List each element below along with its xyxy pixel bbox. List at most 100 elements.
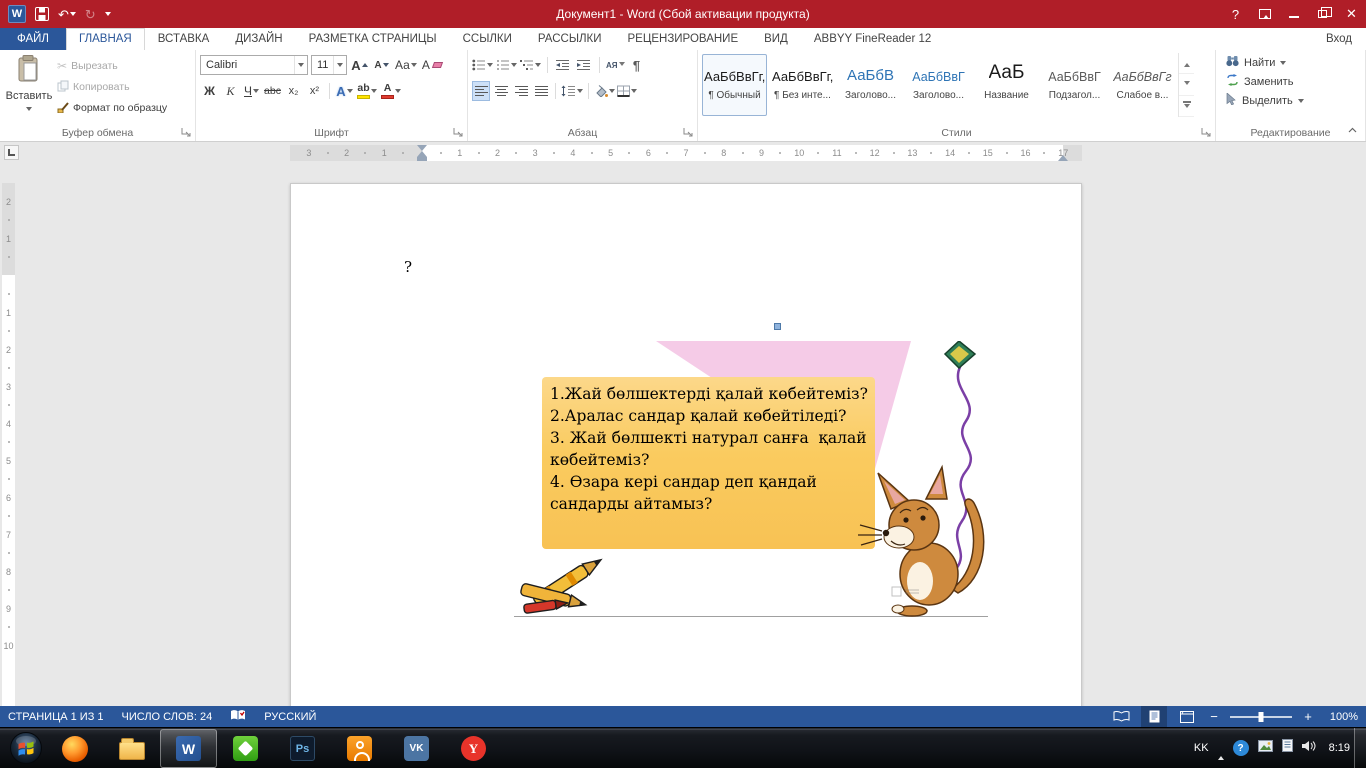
style-card[interactable]: АаБбВвГг Слабое в... [1110,54,1175,116]
underline-button[interactable]: Ч [242,81,261,101]
justify-button[interactable] [532,81,550,101]
dialog-launcher-icon[interactable] [1200,126,1212,138]
language-indicator[interactable]: РУССКИЙ [264,711,316,723]
right-indent-marker[interactable] [1058,150,1068,161]
ribbon-tab[interactable]: ВСТАВКА [145,28,223,50]
ribbon-tab[interactable]: РЕЦЕНЗИРОВАНИЕ [615,28,752,50]
read-mode-icon[interactable] [1108,706,1134,727]
input-language-indicator[interactable]: KK [1194,742,1209,754]
select-button[interactable]: Выделить [1220,91,1361,110]
minimize-icon[interactable] [1279,0,1308,28]
taskbar-photoshop-icon[interactable]: Ps [274,729,331,768]
find-button[interactable]: Найти [1220,53,1361,72]
decrease-indent-button[interactable] [554,55,572,75]
left-indent-marker[interactable] [417,157,427,161]
redo-icon[interactable]: ↻ [85,8,96,21]
grow-font-button[interactable]: А [350,55,369,75]
replace-button[interactable]: Заменить [1220,72,1361,91]
hanging-indent-marker[interactable] [417,146,427,157]
taskbar-odnoklassniki-icon[interactable] [331,729,388,768]
ribbon-tab[interactable]: ABBYY FineReader 12 [801,28,944,50]
taskbar-green-app-icon[interactable] [217,729,274,768]
cut-button[interactable]: ✂ Вырезать [54,56,170,76]
ribbon-tab[interactable]: ССЫЛКИ [450,28,525,50]
taskbar-word-icon[interactable]: W [160,729,217,768]
style-card[interactable]: АаБбВвГ Подзагол... [1042,54,1107,116]
vertical-ruler[interactable]: 2 1 1 2 3 4 5 6 7 8 9 10 [2,183,15,706]
clock[interactable]: 8:19 [1329,742,1350,754]
start-button[interactable] [6,728,46,768]
tray-expand-icon[interactable] [1217,736,1224,760]
styles-scroll-up-icon[interactable] [1179,53,1194,75]
ribbon-tab[interactable]: ВИД [751,28,801,50]
format-painter-button[interactable]: Формат по образцу [54,98,170,118]
clear-formatting-button[interactable]: А [421,55,443,75]
ribbon-tab[interactable]: ГЛАВНАЯ [65,28,145,50]
show-paragraph-marks-button[interactable]: ¶ [628,55,646,75]
web-layout-icon[interactable] [1174,706,1200,727]
tray-help-icon[interactable]: ? [1232,740,1249,756]
selection-handle[interactable] [774,323,781,330]
font-size-select[interactable]: 11 [311,55,347,75]
style-card[interactable]: АаБбВ Заголово... [838,54,903,116]
zoom-slider[interactable] [1230,711,1292,722]
style-card[interactable]: АаБбВвГ Заголово... [906,54,971,116]
highlight-color-button[interactable]: ab [356,81,378,101]
style-card[interactable]: АаБбВвГг, ¶ Без инте... [770,54,835,116]
tab-selector[interactable] [4,145,19,160]
zoom-in-icon[interactable]: + [1301,709,1315,724]
text-effects-button[interactable]: А [335,81,354,101]
document-page[interactable]: ? 1.Жай бөлшектерді қалай көбейтеміз? 2.А… [290,183,1082,706]
zoom-percentage[interactable]: 100% [1322,711,1358,723]
paste-button[interactable]: Вставить [4,53,54,123]
style-card[interactable]: АаБ Название [974,54,1039,116]
align-center-button[interactable] [492,81,510,101]
sign-in-link[interactable]: Вход [1326,28,1352,50]
strikethrough-button[interactable]: abc [263,81,282,101]
taskbar-yandex-icon[interactable]: Y [445,729,502,768]
shrink-font-button[interactable]: А [372,55,391,75]
copy-button[interactable]: Копировать [54,77,170,97]
bold-button[interactable]: Ж [200,81,219,101]
zoom-out-icon[interactable]: − [1207,709,1221,724]
styles-scroll-down-icon[interactable] [1179,74,1194,96]
ribbon-tab[interactable]: ДИЗАЙН [222,28,295,50]
style-card[interactable]: АаБбВвГг, ¶ Обычный [702,54,767,116]
subscript-button[interactable]: х₂ [284,81,303,101]
ribbon-display-options-icon[interactable] [1250,0,1279,28]
help-icon[interactable]: ? [1221,0,1250,28]
zoom-slider-thumb[interactable] [1258,711,1264,722]
horizontal-ruler[interactable]: 3 2 1 1 2 3 4 5 6 7 8 9 10 11 12 13 14 15 16 17 [290,145,1082,161]
taskbar-explorer-icon[interactable] [103,729,160,768]
page-indicator[interactable]: СТРАНИЦА 1 ИЗ 1 [8,711,104,723]
dialog-launcher-icon[interactable] [452,126,464,138]
restore-icon[interactable] [1308,0,1337,28]
undo-icon[interactable]: ↶ [58,8,76,21]
align-left-button[interactable] [472,81,490,101]
ribbon-tab[interactable]: РАЗМЕТКА СТРАНИЦЫ [296,28,450,50]
spellcheck-icon[interactable] [230,709,246,725]
ribbon-tab[interactable]: ФАЙЛ [0,28,66,50]
italic-button[interactable]: К [221,81,240,101]
align-right-button[interactable] [512,81,530,101]
save-icon[interactable] [35,7,49,21]
volume-icon[interactable] [1301,739,1316,757]
inserted-image[interactable]: 1.Жай бөлшектерді қалай көбейтеміз? 2.Ара… [514,341,988,618]
tray-photo-icon[interactable] [1257,739,1273,757]
taskbar-firefox-icon[interactable] [46,729,103,768]
borders-button[interactable] [617,81,637,101]
dialog-launcher-icon[interactable] [180,126,192,138]
font-family-select[interactable]: Calibri [200,55,308,75]
increase-indent-button[interactable] [575,55,593,75]
dialog-launcher-icon[interactable] [682,126,694,138]
tray-document-icon[interactable] [1281,739,1293,757]
shading-button[interactable] [594,81,615,101]
taskbar-vk-icon[interactable]: VK [388,729,445,768]
line-spacing-button[interactable] [561,81,583,101]
print-layout-icon[interactable] [1141,706,1167,727]
document-text[interactable]: ? [404,258,412,276]
numbering-button[interactable] [496,55,517,75]
font-color-button[interactable]: А [380,81,402,101]
styles-more-icon[interactable] [1179,96,1194,117]
multilevel-list-button[interactable] [520,55,541,75]
